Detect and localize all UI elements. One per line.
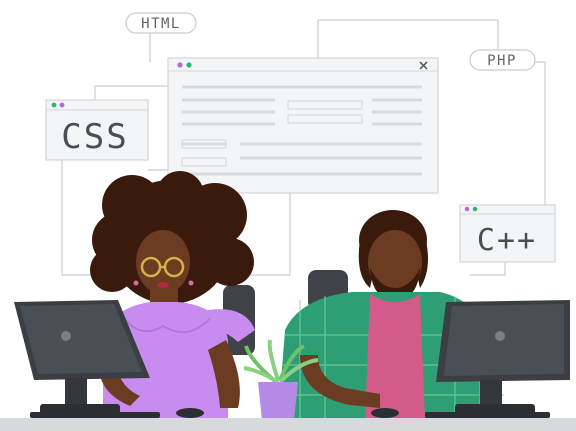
cpp-window-label: C++ xyxy=(477,223,537,258)
cpp-window: C++ xyxy=(459,204,556,263)
php-tag-label: PHP xyxy=(487,53,517,69)
window-dot-icon xyxy=(472,206,478,212)
developers-illustration: HTML PHP CSS C++ xyxy=(0,12,576,431)
window-dot-icon xyxy=(51,102,57,108)
keyboard-left xyxy=(30,412,160,418)
mouse-left xyxy=(176,408,204,418)
desk xyxy=(0,418,576,431)
keyboard-right xyxy=(425,412,550,418)
mouse-right xyxy=(371,408,399,418)
window-dot-icon xyxy=(186,62,192,68)
illustration-scene: HTML PHP CSS C++ xyxy=(0,0,576,431)
php-tag: PHP xyxy=(469,49,536,71)
window-dot-icon xyxy=(464,206,470,212)
window-dot-icon xyxy=(177,62,183,68)
css-window-label: CSS xyxy=(61,117,128,157)
window-dot-icon xyxy=(59,102,65,108)
code-window xyxy=(167,57,439,194)
html-tag-label: HTML xyxy=(141,16,181,32)
html-tag: HTML xyxy=(125,12,197,34)
css-window: CSS xyxy=(45,99,149,161)
